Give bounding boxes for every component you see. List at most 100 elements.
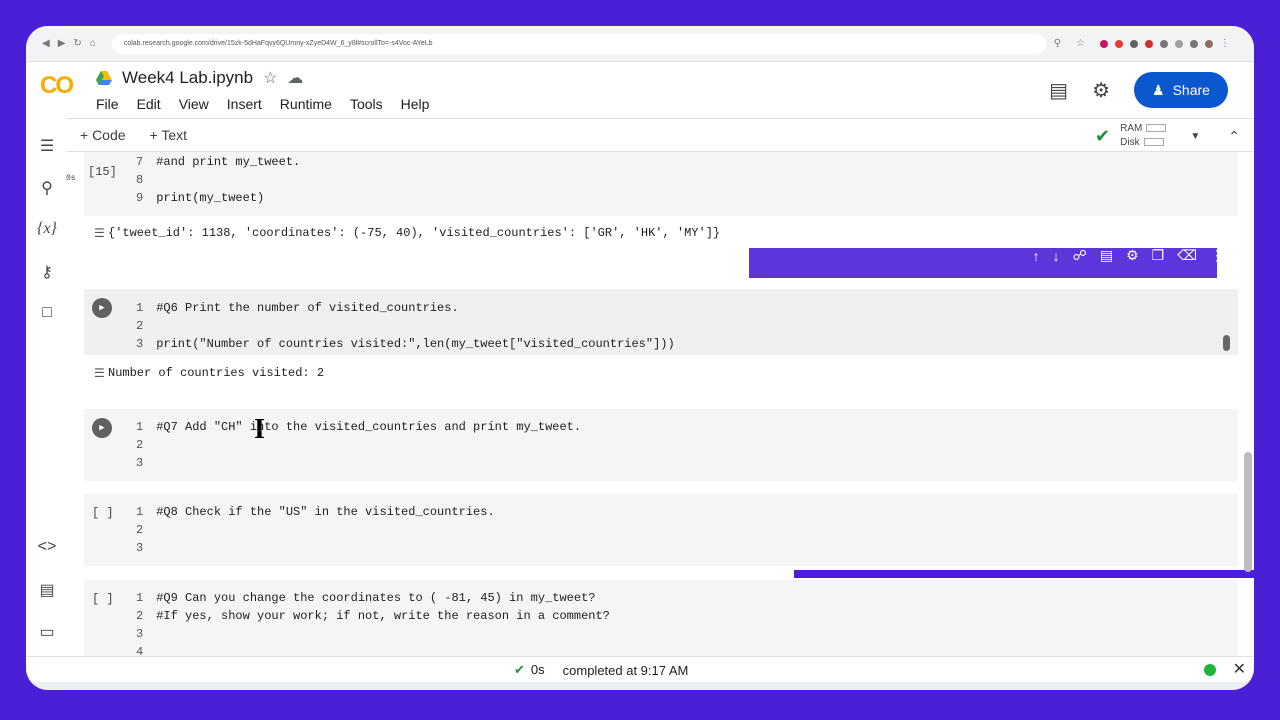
code-line[interactable]: #Q6 Print the number of visited_countrie… [156, 301, 458, 315]
command-palette-icon[interactable]: ▤ [36, 580, 58, 602]
trash-icon[interactable]: ⌫ [1177, 247, 1197, 264]
line-number: 8 [136, 173, 144, 187]
code-cell[interactable]: ▶ 1 #Q6 Print the number of visited_coun… [84, 289, 1238, 355]
menu-bar: File Edit View Insert Runtime Tools Help [96, 96, 447, 112]
code-line[interactable]: #Q9 Can you change the coordinates to ( … [156, 591, 595, 605]
line-number: 1 [136, 420, 144, 434]
menu-view[interactable]: View [179, 96, 209, 112]
folder-icon[interactable]: □ [36, 304, 58, 326]
execution-count: [ ] [92, 506, 114, 520]
code-cell[interactable]: [ ] 1 #Q9 Can you change the coordinates… [84, 580, 1238, 656]
mirror-cell-icon[interactable]: ❐ [1152, 247, 1165, 264]
home-icon[interactable]: ⌂ [90, 38, 96, 49]
add-text-button[interactable]: + Text [150, 127, 188, 143]
back-icon[interactable]: ◀ [42, 38, 50, 49]
key-icon[interactable]: ⚷ [36, 262, 58, 284]
menu-runtime[interactable]: Runtime [280, 96, 332, 112]
extension-icon[interactable] [1190, 39, 1198, 48]
arrow-up-icon[interactable]: ↑ [1033, 248, 1040, 264]
table-of-contents-icon[interactable]: ☰ [36, 136, 58, 158]
menu-help[interactable]: Help [401, 96, 430, 112]
add-code-button[interactable]: + Code [80, 127, 126, 143]
output-menu-icon[interactable]: ☰ [94, 226, 105, 241]
comment-icon[interactable]: ▤ [1049, 78, 1068, 103]
disk-label: Disk [1120, 137, 1140, 148]
line-number: 1 [136, 591, 144, 605]
profile-avatar-icon[interactable] [1205, 39, 1213, 48]
extension-icon[interactable] [1160, 39, 1168, 48]
line-number: 2 [136, 438, 144, 452]
code-line[interactable]: print("Number of countries visited:",len… [156, 337, 674, 351]
browser-window: ◀ ▶ ↻ ⌂ colab.research.google.com/drive/… [26, 26, 1254, 690]
run-cell-button[interactable]: ▶ [92, 298, 112, 318]
notebook-toolbar: + Code + Text ✔ RAM Disk ▼ ⌃ [66, 118, 1254, 152]
terminal-icon[interactable]: ▭ [36, 622, 58, 644]
chevron-up-icon[interactable]: ⌃ [1228, 128, 1240, 145]
menu-tools[interactable]: Tools [350, 96, 383, 112]
run-cell-button[interactable]: ▶ [92, 418, 112, 438]
extension-icon[interactable] [1100, 39, 1108, 48]
line-number: 1 [136, 505, 144, 519]
code-line[interactable]: #Q7 Add "CH" into the visited_countries … [156, 420, 581, 434]
line-number: 2 [136, 609, 144, 623]
status-bar: ✔ 0s completed at 9:17 AM ✕ [26, 656, 1254, 682]
gear-icon[interactable]: ⚙ [1092, 78, 1110, 103]
check-icon: ✔ [514, 662, 525, 677]
code-cell[interactable]: [ ] 1 #Q8 Check if the "US" in the visit… [84, 494, 1238, 566]
line-number: 3 [136, 337, 144, 351]
notebook-scrollbar[interactable] [1244, 452, 1252, 572]
extension-icon[interactable] [1130, 39, 1138, 48]
extension-icon[interactable] [1115, 39, 1123, 48]
variables-icon[interactable]: {x} [36, 220, 58, 242]
line-number: 2 [136, 319, 144, 333]
drive-icon[interactable] [96, 71, 112, 85]
text-cursor-icon: I [254, 414, 265, 445]
forward-icon[interactable]: ▶ [58, 38, 66, 49]
extension-icon[interactable] [1145, 39, 1153, 48]
disk-meter [1143, 138, 1164, 147]
arrow-down-icon[interactable]: ↓ [1053, 248, 1060, 264]
extension-icon[interactable] [1175, 39, 1183, 48]
output-menu-icon[interactable]: ☰ [94, 366, 105, 381]
zoom-icon[interactable]: ⚲ [1054, 38, 1061, 49]
status-dot-icon [1204, 664, 1216, 676]
comment-icon[interactable]: ▤ [1100, 247, 1113, 264]
code-snippets-icon[interactable]: <> [36, 538, 58, 560]
reload-icon[interactable]: ↻ [73, 38, 81, 49]
line-number: 3 [136, 541, 144, 555]
star-icon[interactable]: ☆ [263, 68, 277, 88]
code-line[interactable]: #If yes, show your work; if not, write t… [156, 609, 610, 623]
browser-menu-icon[interactable]: ⋮ [1220, 38, 1230, 49]
cloud-icon[interactable]: ☁ [287, 68, 303, 88]
connected-check-icon: ✔ [1095, 125, 1111, 146]
ram-meter [1146, 124, 1167, 133]
search-icon[interactable]: ⚲ [36, 178, 58, 200]
cell-scrollbar[interactable] [1223, 335, 1230, 351]
code-line[interactable]: print(my_tweet) [156, 191, 264, 205]
more-icon[interactable]: ⋮ [1210, 247, 1224, 264]
bookmark-star-icon[interactable]: ☆ [1076, 38, 1085, 49]
url-field[interactable]: colab.research.google.com/drive/15zk-5dH… [111, 33, 1046, 54]
line-number: 7 [136, 155, 144, 169]
close-icon[interactable]: ✕ [1233, 659, 1246, 679]
code-cell[interactable]: [15] 0s 7 #and print my_tweet. 8 9 print… [66, 152, 1238, 216]
menu-insert[interactable]: Insert [227, 96, 262, 112]
menu-file[interactable]: File [96, 96, 119, 112]
code-line[interactable]: #Q8 Check if the "US" in the visited_cou… [156, 505, 494, 519]
chevron-down-icon[interactable]: ▼ [1190, 131, 1200, 142]
share-button[interactable]: ♟ Share [1134, 72, 1228, 108]
menu-edit[interactable]: Edit [137, 96, 161, 112]
resource-monitor[interactable]: RAM Disk [1120, 122, 1167, 150]
gear-icon[interactable]: ⚙ [1126, 247, 1139, 264]
status-message[interactable]: completed at 9:17 AM [563, 663, 689, 678]
cell-output: ☰ Number of countries visited: 2 [84, 355, 1238, 391]
notebook-title[interactable]: Week4 Lab.ipynb [122, 68, 253, 88]
colab-logo[interactable]: CO [40, 72, 80, 104]
colab-header: CO Week4 Lab.ipynb ☆ ☁ File Edit View In… [26, 62, 1254, 118]
code-line[interactable]: #and print my_tweet. [156, 155, 300, 169]
link-icon[interactable]: ☍ [1073, 247, 1087, 264]
left-sidebar: ☰ ⚲ {x} ⚷ □ <> ▤ ▭ [26, 118, 66, 656]
highlight-bar [794, 570, 1254, 578]
line-number: 4 [136, 645, 144, 656]
execution-count: [ ] [92, 592, 114, 606]
